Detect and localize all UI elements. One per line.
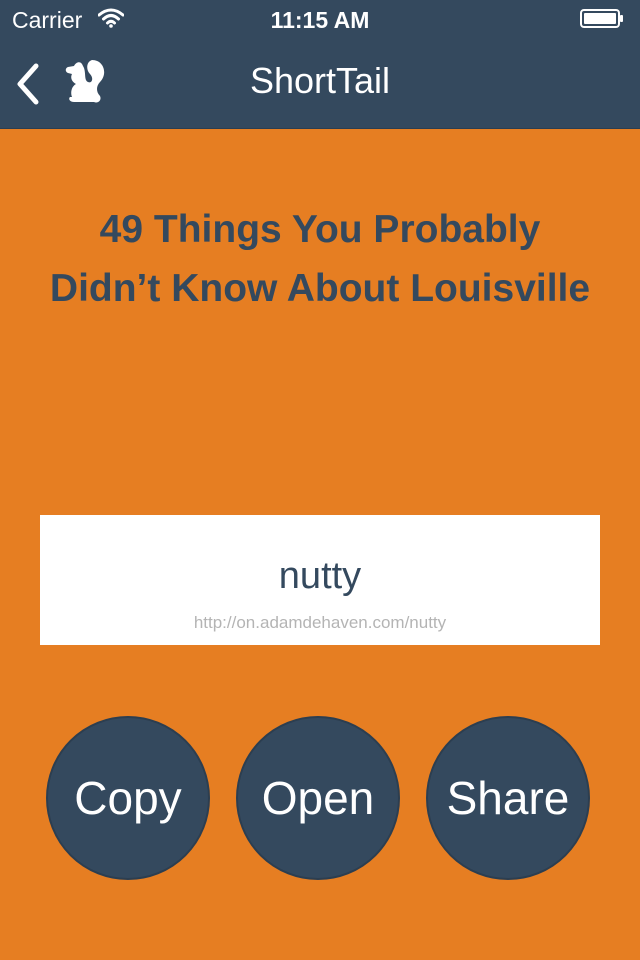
status-bar: Carrier 11:15 AM	[0, 0, 640, 40]
app-title: ShortTail	[249, 60, 391, 101]
copy-button[interactable]: Copy	[46, 716, 210, 880]
link-slug: nutty	[278, 555, 362, 597]
open-button[interactable]: Open	[236, 716, 400, 880]
status-time: 11:15 AM	[270, 7, 370, 33]
top-bar: Carrier 11:15 AM ShortTail	[0, 0, 640, 129]
share-button[interactable]: Share	[426, 716, 590, 880]
battery-icon	[580, 9, 623, 28]
short-url: http://on.adamdehaven.com/nutty	[193, 613, 447, 632]
navigation-bar: ShortTail	[0, 40, 640, 128]
article-headline: 49 Things You Probably Didn’t Know About…	[49, 208, 591, 310]
short-link-card: nutty http://on.adamdehaven.com/nutty	[40, 515, 600, 645]
